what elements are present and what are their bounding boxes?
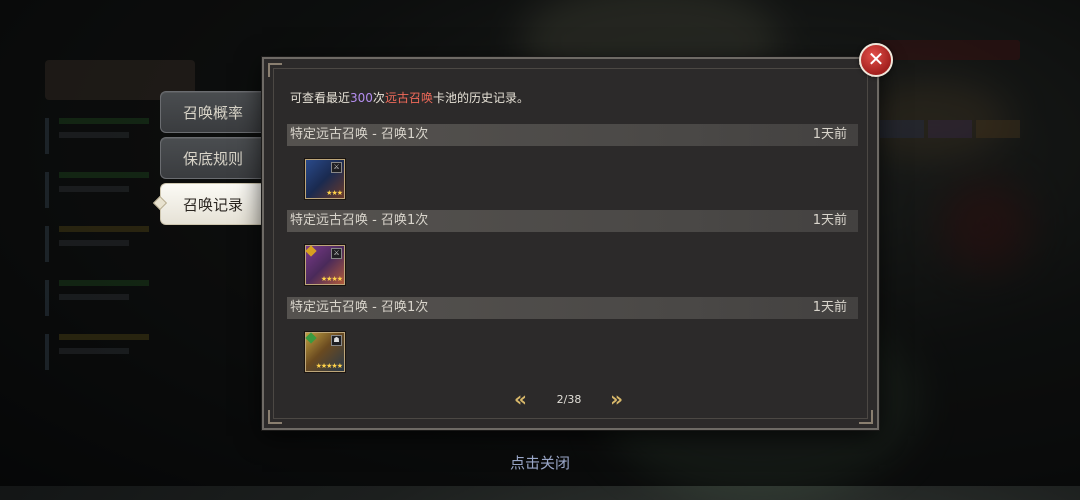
- page-indicator: 2/38: [556, 393, 582, 406]
- star-rating: ★★★: [326, 189, 343, 197]
- frame-corner: [859, 410, 873, 424]
- panel-frame: [273, 68, 868, 419]
- role-icon: ☗: [331, 335, 342, 346]
- history-record-header: 特定远古召唤 - 召唤1次 1天前: [287, 124, 858, 146]
- tap-to-close-text[interactable]: 点击关闭: [480, 452, 600, 473]
- tab-label: 保底规则: [182, 149, 243, 168]
- star-rating: ★★★★★: [315, 362, 343, 370]
- summon-history-panel: 可查看最近300次远古召唤卡池的历史记录。 特定远古召唤 - 召唤1次 1天前 …: [262, 57, 879, 430]
- tab-pity-rules[interactable]: 保底规则: [160, 137, 265, 179]
- record-title: 特定远古召唤 - 召唤1次: [290, 300, 429, 315]
- tab-summon-probability[interactable]: 召唤概率: [160, 91, 265, 133]
- tab-label: 召唤记录: [182, 195, 243, 214]
- hero-portrait-icon[interactable]: ☗ ★★★★★: [305, 332, 345, 372]
- tab-label: 召唤概率: [182, 103, 243, 122]
- tab-summon-history[interactable]: 召唤记录: [160, 183, 265, 225]
- role-icon: ⚔: [331, 162, 342, 173]
- record-time: 1天前: [812, 213, 847, 228]
- frame-corner: [268, 63, 282, 77]
- star-rating: ★★★★: [320, 275, 343, 283]
- double-chevron-right-icon[interactable]: »: [610, 387, 623, 411]
- close-icon: ✕: [867, 47, 885, 71]
- pool-name: 远古召唤: [384, 91, 433, 105]
- pagination: « 2/38 »: [514, 387, 624, 411]
- record-title: 特定远古召唤 - 召唤1次: [290, 213, 429, 228]
- history-record-header: 特定远古召唤 - 召唤1次 1天前: [287, 297, 858, 319]
- history-count: 300: [350, 91, 373, 105]
- history-record-header: 特定远古召唤 - 召唤1次 1天前: [287, 210, 858, 232]
- frame-corner: [268, 410, 282, 424]
- role-icon: ⚔: [331, 248, 342, 259]
- record-title: 特定远古召唤 - 召唤1次: [290, 127, 429, 142]
- close-button[interactable]: ✕: [859, 43, 893, 77]
- history-description: 可查看最近300次远古召唤卡池的历史记录。: [290, 91, 529, 105]
- record-time: 1天前: [812, 127, 847, 142]
- hero-portrait-icon[interactable]: ⚔ ★★★: [305, 159, 345, 199]
- hero-portrait-icon[interactable]: ⚔ ★★★★: [305, 245, 345, 285]
- record-time: 1天前: [812, 300, 847, 315]
